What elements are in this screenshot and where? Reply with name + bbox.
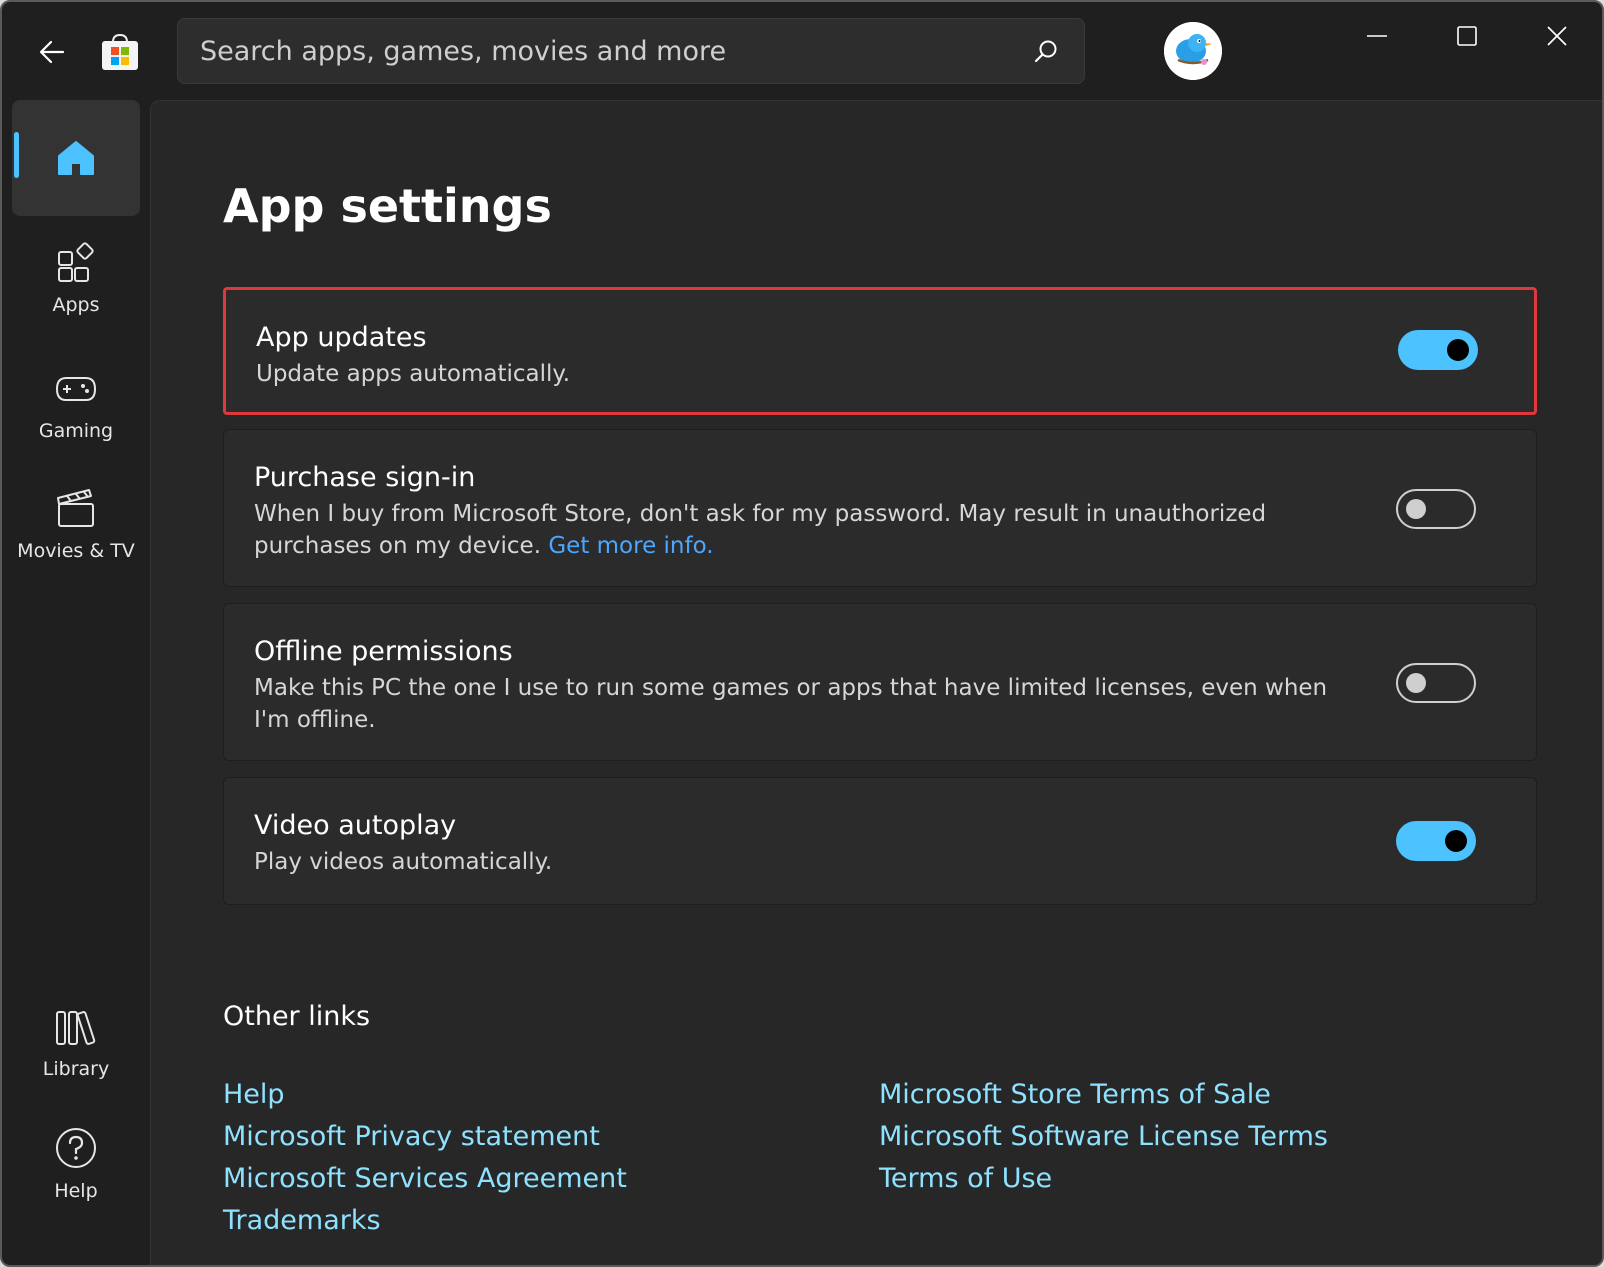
minimize-button[interactable]	[1342, 14, 1412, 58]
setting-card-purchase-sign-in: Purchase sign-in When I buy from Microso…	[223, 429, 1537, 587]
services-agreement-link[interactable]: Microsoft Services Agreement	[223, 1163, 627, 1194]
setting-description-text: When I buy from Microsoft Store, don't a…	[254, 501, 1267, 559]
library-icon	[56, 1011, 96, 1045]
close-button[interactable]	[1522, 14, 1592, 58]
toggle-knob	[1447, 339, 1469, 361]
gamepad-icon	[55, 377, 97, 401]
minimize-icon	[1367, 35, 1387, 37]
trademarks-link[interactable]: Trademarks	[223, 1205, 381, 1236]
toggle-knob	[1406, 673, 1426, 693]
terms-of-sale-link[interactable]: Microsoft Store Terms of Sale	[879, 1079, 1271, 1110]
page-title: App settings	[223, 179, 552, 233]
app-updates-toggle[interactable]	[1398, 330, 1478, 370]
setting-title: Video autoplay	[254, 810, 457, 841]
setting-title: App updates	[256, 322, 427, 353]
sidebar-item-label: Gaming	[38, 420, 114, 442]
avatar[interactable]	[1164, 22, 1222, 80]
clapperboard-icon	[57, 489, 94, 527]
sidebar-item-library[interactable]: Library	[12, 1006, 140, 1080]
setting-description: When I buy from Microsoft Store, don't a…	[254, 498, 1334, 562]
selected-indicator	[14, 132, 19, 178]
search-icon[interactable]	[1026, 31, 1066, 71]
setting-card-app-updates: App updates Update apps automatically.	[223, 287, 1537, 415]
microsoft-store-logo-icon	[100, 32, 140, 72]
close-icon	[1547, 26, 1567, 46]
sidebar-item-apps[interactable]: Apps	[12, 242, 140, 316]
toggle-knob	[1406, 499, 1426, 519]
maximize-button[interactable]	[1432, 14, 1502, 58]
maximize-icon	[1457, 26, 1477, 46]
store-window: Apps Gaming Movies & TV	[0, 0, 1604, 1267]
setting-title: Offline permissions	[254, 636, 513, 667]
setting-title: Purchase sign-in	[254, 462, 476, 493]
home-icon	[58, 141, 94, 175]
other-links-heading: Other links	[223, 1001, 371, 1032]
sidebar-item-label: Library	[42, 1058, 110, 1080]
setting-description: Make this PC the one I use to run some g…	[254, 675, 1328, 733]
back-button[interactable]	[30, 30, 74, 74]
search-box[interactable]	[177, 18, 1085, 84]
privacy-statement-link[interactable]: Microsoft Privacy statement	[223, 1121, 600, 1152]
sidebar: Apps Gaming Movies & TV Library Help	[2, 100, 150, 1265]
setting-description: Play videos automatically.	[254, 849, 553, 875]
offline-permissions-toggle[interactable]	[1396, 663, 1476, 703]
video-autoplay-toggle[interactable]	[1396, 821, 1476, 861]
sidebar-item-label: Movies & TV	[17, 540, 135, 562]
sidebar-item-label: Help	[54, 1180, 98, 1202]
sidebar-item-home[interactable]	[12, 100, 140, 216]
toggle-knob	[1445, 830, 1467, 852]
sidebar-item-help[interactable]: Help	[12, 1126, 140, 1202]
help-icon	[56, 1128, 96, 1168]
setting-card-offline-permissions: Offline permissions Make this PC the one…	[223, 603, 1537, 761]
help-link[interactable]: Help	[223, 1079, 285, 1110]
setting-card-video-autoplay: Video autoplay Play videos automatically…	[223, 777, 1537, 905]
get-more-info-link[interactable]: Get more info.	[548, 533, 713, 559]
search-input[interactable]	[200, 35, 1026, 67]
title-bar	[2, 2, 1602, 100]
sidebar-item-gaming[interactable]: Gaming	[12, 368, 140, 442]
terms-of-use-link[interactable]: Terms of Use	[879, 1163, 1052, 1194]
apps-icon	[58, 242, 94, 282]
software-license-terms-link[interactable]: Microsoft Software License Terms	[879, 1121, 1328, 1152]
back-arrow-icon	[39, 40, 65, 64]
purchase-sign-in-toggle[interactable]	[1396, 489, 1476, 529]
main-content: App settings App updates Update apps aut…	[150, 100, 1602, 1265]
setting-description: Update apps automatically.	[256, 361, 571, 387]
sidebar-item-movies-tv[interactable]: Movies & TV	[12, 488, 140, 562]
sidebar-item-label: Apps	[52, 294, 100, 316]
